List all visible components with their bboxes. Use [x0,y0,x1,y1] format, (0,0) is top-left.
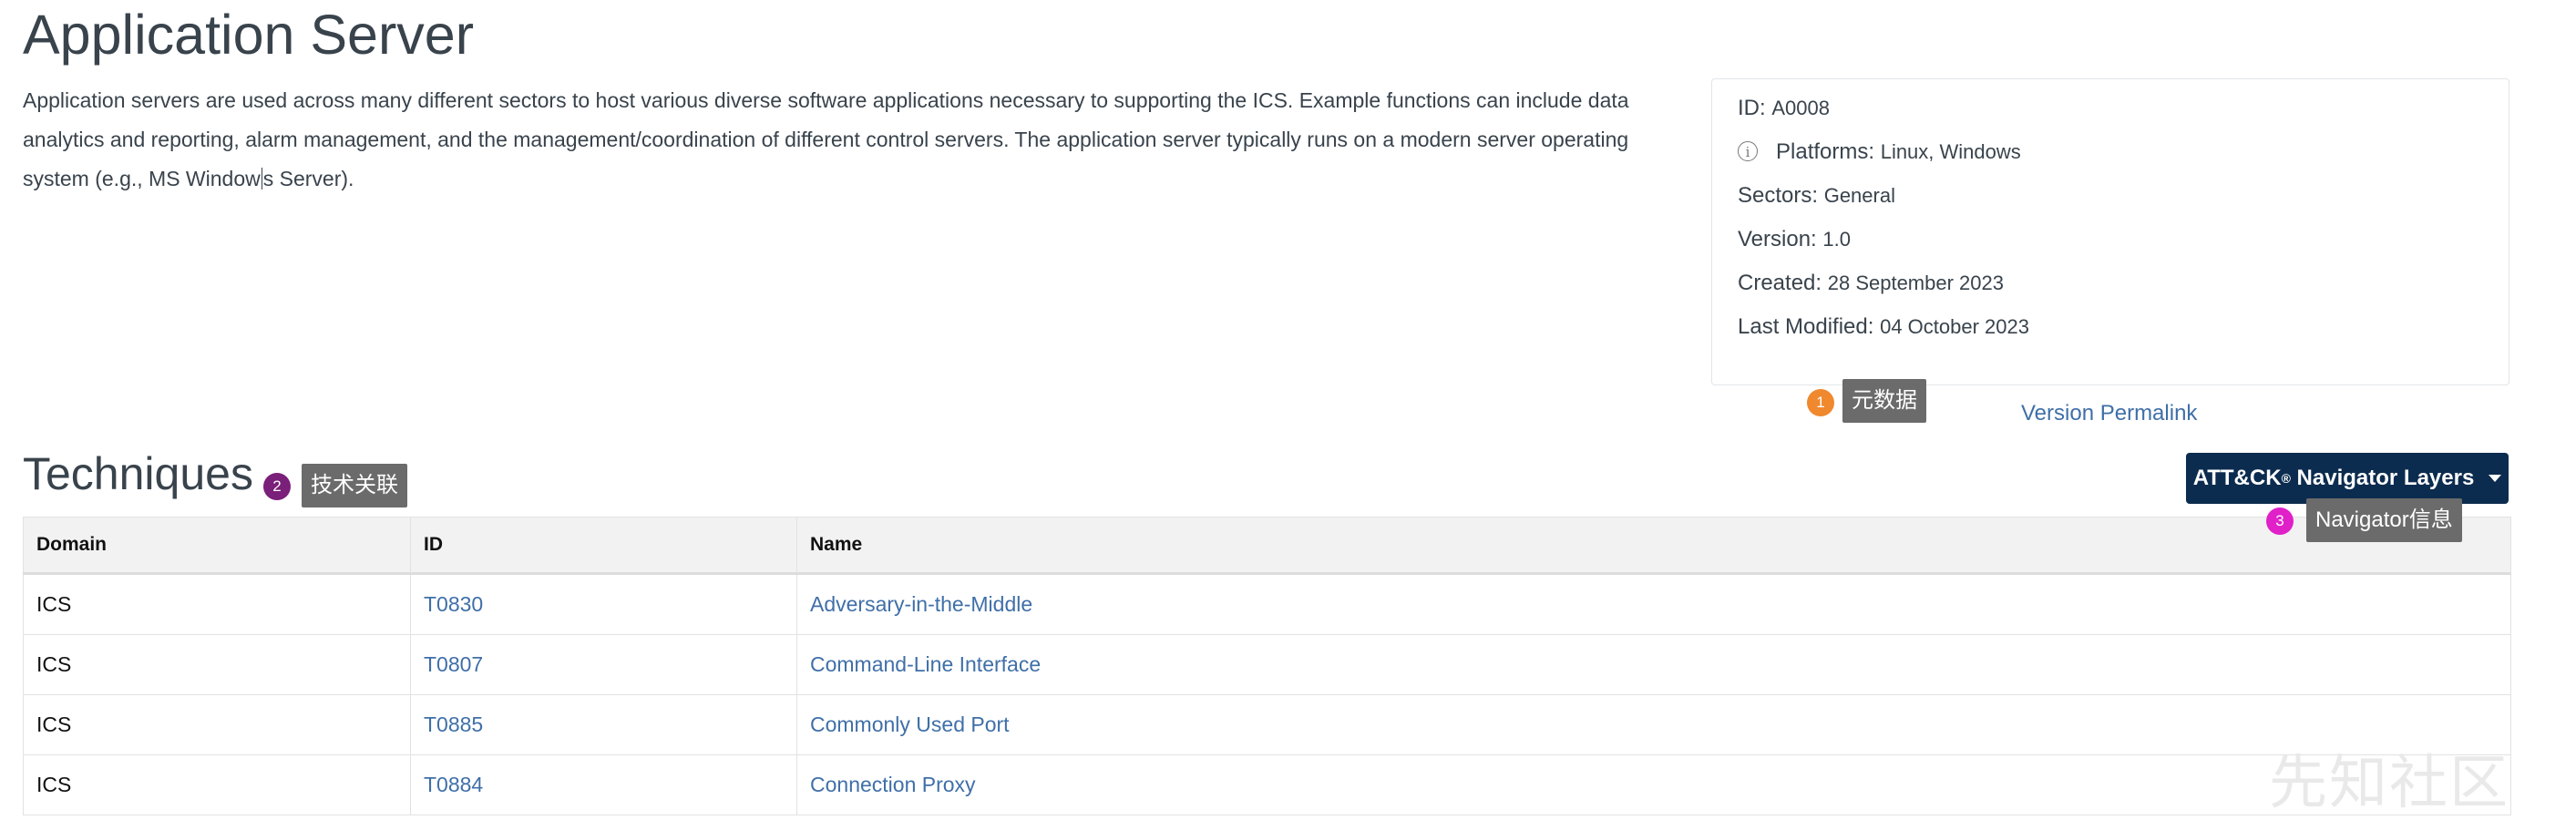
meta-platforms: i Platforms: Linux, Windows [1738,139,2021,165]
meta-version-label: Version: [1738,227,1817,251]
navigator-button-label: Navigator Layers [2290,466,2475,490]
cell-name: Connection Proxy [796,754,2511,815]
column-header-id[interactable]: ID [410,517,797,575]
annotation-tooltip-3: Navigator信息 [2306,498,2462,542]
description-text-end: s Server). [262,167,354,190]
table-row: ICS T0885 Commonly Used Port [23,694,2511,755]
meta-modified-value: 04 October 2023 [1880,315,2029,338]
annotation-tooltip-1: 元数据 [1842,379,1926,423]
cell-id: T0885 [410,694,797,755]
cell-domain: ICS [23,754,411,815]
registered-mark: ® [2281,471,2291,486]
technique-name-link[interactable]: Connection Proxy [810,773,976,796]
meta-version: Version: 1.0 [1738,227,1851,252]
info-circle-icon[interactable]: i [1738,141,1758,161]
table-row: ICS T0830 Adversary-in-the-Middle [23,573,2511,635]
caret-down-icon [2489,475,2502,482]
annotation-badge-3: 3 [2266,507,2294,535]
page-description: Application servers are used across many… [23,81,1672,199]
annotation-badge-2: 2 [263,473,291,500]
cell-id: T0830 [410,573,797,635]
technique-id-link[interactable]: T0885 [424,712,483,736]
cell-id: T0884 [410,754,797,815]
column-header-name[interactable]: Name [796,517,2511,575]
meta-modified-label: Last Modified: [1738,314,1874,339]
meta-modified: Last Modified: 04 October 2023 [1738,314,2029,340]
version-permalink-link[interactable]: Version Permalink [2021,401,2197,426]
meta-id-label: ID: [1738,96,1766,120]
technique-id-link[interactable]: T0884 [424,773,483,796]
annotation-tooltip-2: 技术关联 [302,464,407,507]
cell-name: Command-Line Interface [796,634,2511,695]
meta-sectors: Sectors: General [1738,183,1895,209]
techniques-table: Domain ID Name ICS T0830 Adversary-in-th… [23,517,2511,815]
table-row: ICS T0884 Connection Proxy [23,754,2511,815]
technique-id-link[interactable]: T0807 [424,652,483,676]
techniques-heading: Techniques [23,448,253,499]
meta-created: Created: 28 September 2023 [1738,271,2004,296]
technique-name-link[interactable]: Command-Line Interface [810,652,1041,676]
technique-id-link[interactable]: T0830 [424,592,483,616]
meta-sectors-value: General [1823,184,1895,207]
table-header-row: Domain ID Name [23,517,2511,575]
meta-id: ID: A0008 [1738,96,1830,121]
meta-created-value: 28 September 2023 [1827,272,2004,294]
cell-id: T0807 [410,634,797,695]
meta-id-value: A0008 [1771,97,1830,119]
meta-created-label: Created: [1738,271,1822,295]
technique-name-link[interactable]: Commonly Used Port [810,712,1010,736]
table-row: ICS T0807 Command-Line Interface [23,634,2511,695]
meta-sectors-label: Sectors: [1738,183,1819,208]
meta-version-value: 1.0 [1822,228,1851,251]
meta-platforms-label: Platforms: [1776,139,1875,164]
navigator-layers-dropdown-button[interactable]: ATT&CK ® Navigator Layers [2186,453,2509,504]
navigator-button-prefix: ATT&CK [2192,466,2282,490]
watermark: 先知社区 [2269,750,2509,817]
technique-name-link[interactable]: Adversary-in-the-Middle [810,592,1032,616]
cell-domain: ICS [23,634,411,695]
cell-domain: ICS [23,694,411,755]
page-title: Application Server [23,4,475,66]
column-header-domain[interactable]: Domain [23,517,411,575]
cell-name: Adversary-in-the-Middle [796,573,2511,635]
metadata-card: ID: A0008 i Platforms: Linux, Windows Sec… [1711,78,2509,385]
annotation-badge-1: 1 [1807,389,1834,416]
cell-domain: ICS [23,573,411,635]
meta-platforms-value: Linux, Windows [1880,140,2021,163]
cell-name: Commonly Used Port [796,694,2511,755]
